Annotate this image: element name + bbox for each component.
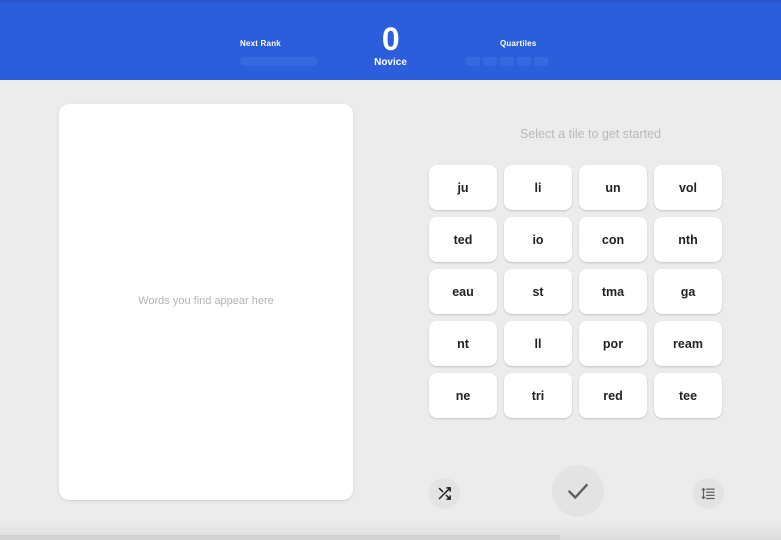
tile[interactable]: tma — [579, 269, 647, 314]
tile[interactable]: tri — [504, 373, 572, 418]
tile-grid: juliunvol tedioconnth eausttmaga ntllporrea… — [429, 165, 722, 418]
header-top-divider — [0, 0, 781, 2]
tile[interactable]: red — [579, 373, 647, 418]
tile[interactable]: tee — [654, 373, 722, 418]
ranks-list-icon — [701, 486, 716, 501]
tile[interactable]: un — [579, 165, 647, 210]
quartile-box-4 — [517, 57, 531, 66]
tile[interactable]: ll — [504, 321, 572, 366]
tile[interactable]: nt — [429, 321, 497, 366]
horizontal-scrollbar[interactable] — [0, 518, 781, 540]
tile[interactable]: ted — [429, 217, 497, 262]
game-header: Next Rank 0 Novice Quartiles — [0, 0, 781, 80]
rank-name: Novice — [0, 57, 781, 69]
quartile-box-2 — [483, 57, 497, 66]
quartile-box-1 — [466, 57, 480, 66]
tile[interactable]: eau — [429, 269, 497, 314]
quartile-box-3 — [500, 57, 514, 66]
tile[interactable]: nth — [654, 217, 722, 262]
quartiles-label: Quartiles — [500, 39, 548, 49]
tile[interactable]: li — [504, 165, 572, 210]
tile[interactable]: ju — [429, 165, 497, 210]
tile[interactable]: con — [579, 217, 647, 262]
quartiles-game-app: Next Rank 0 Novice Quartiles Words you f… — [0, 0, 781, 540]
score-value: 0 — [0, 22, 781, 56]
submit-button[interactable] — [552, 465, 604, 517]
quartiles-boxes — [466, 57, 548, 66]
shuffle-icon — [437, 486, 452, 501]
selection-hint: Select a tile to get started — [400, 127, 781, 141]
quartile-box-5 — [534, 57, 548, 66]
tile[interactable]: io — [504, 217, 572, 262]
horizontal-scrollbar-thumb[interactable] — [0, 535, 560, 540]
tile[interactable]: vol — [654, 165, 722, 210]
tile[interactable]: por — [579, 321, 647, 366]
main-content: Words you find appear here Select a tile… — [0, 80, 781, 540]
tile[interactable]: ga — [654, 269, 722, 314]
tile[interactable]: ne — [429, 373, 497, 418]
shuffle-button[interactable] — [429, 478, 460, 509]
tile[interactable]: ream — [654, 321, 722, 366]
ranks-button[interactable] — [693, 478, 724, 509]
checkmark-icon — [565, 478, 591, 504]
quartiles-section: Quartiles — [466, 39, 548, 66]
tile[interactable]: st — [504, 269, 572, 314]
found-words-panel: Words you find appear here — [59, 104, 353, 500]
score-section: 0 Novice — [0, 22, 781, 69]
found-words-empty-text: Words you find appear here — [59, 295, 353, 307]
play-panel: Select a tile to get started juliunvol te… — [400, 80, 781, 540]
